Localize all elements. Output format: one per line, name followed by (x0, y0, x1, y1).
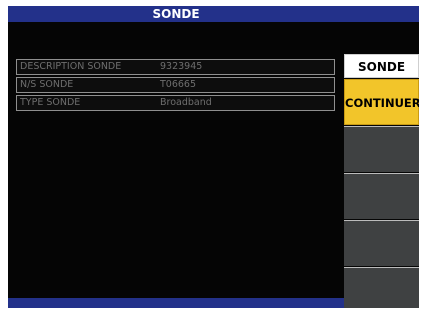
softkey-blank-4[interactable] (344, 173, 419, 219)
continue-button[interactable]: CONTINUER (344, 79, 419, 125)
softkey-blank-5[interactable] (344, 220, 419, 266)
softkey-blank-3[interactable] (344, 126, 419, 172)
probe-type-label: TYPE SONDE (20, 97, 81, 108)
bottom-status-bar (8, 298, 344, 308)
probe-serial-value: T06665 (160, 79, 197, 90)
probe-serial-label: N/S SONDE (20, 79, 74, 90)
probe-serial-row[interactable]: N/S SONDE T06665 (16, 77, 335, 93)
instrument-screen: SONDE DESCRIPTION SONDE 9323945 N/S SOND… (8, 6, 419, 308)
probe-type-row[interactable]: TYPE SONDE Broadband (16, 95, 335, 111)
probe-description-value: 9323945 (160, 61, 203, 72)
probe-description-label: DESCRIPTION SONDE (20, 61, 122, 72)
softkey-menu-title: SONDE (344, 54, 419, 78)
softkey-panel: SONDE CONTINUER (344, 54, 419, 308)
screen-title: SONDE (152, 7, 200, 21)
probe-description-row[interactable]: DESCRIPTION SONDE 9323945 (16, 59, 335, 75)
probe-info-list: DESCRIPTION SONDE 9323945 N/S SONDE T066… (16, 59, 335, 113)
softkey-blank-6[interactable] (344, 267, 419, 308)
probe-type-value: Broadband (160, 97, 212, 108)
